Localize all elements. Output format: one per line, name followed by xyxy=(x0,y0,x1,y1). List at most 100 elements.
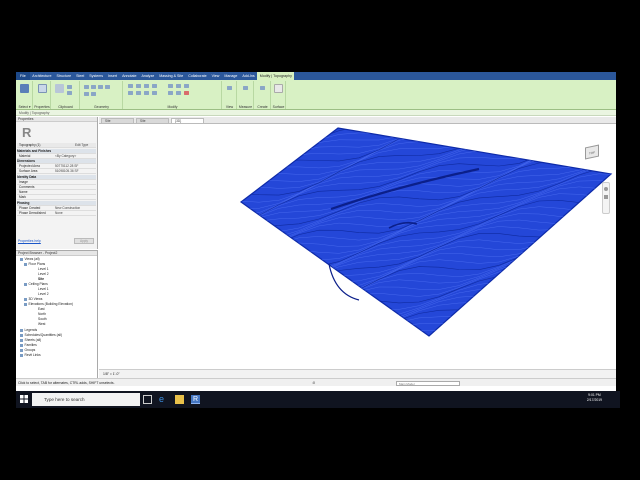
navigation-bar[interactable] xyxy=(602,182,610,214)
tab-manage[interactable]: Manage xyxy=(222,72,240,80)
revit-taskbar-icon[interactable]: R xyxy=(191,395,200,404)
ribbon-panel: Select ▾ Properties Clipboard Geometry M… xyxy=(16,80,616,110)
trim-icon[interactable] xyxy=(152,91,157,95)
ribbon-tab-bar: File Architecture Structure Steel System… xyxy=(16,72,616,80)
prop-surface-area-key: Surface Area xyxy=(19,169,38,173)
group-measure: Measure xyxy=(238,81,254,109)
edit-type-button[interactable]: Edit Type xyxy=(75,143,88,148)
system-clock[interactable]: 9:01 PM 2/17/2019 xyxy=(587,393,602,403)
group-modify: Modify xyxy=(124,81,222,109)
delete-icon[interactable] xyxy=(184,91,189,95)
measure-icon[interactable] xyxy=(243,86,248,90)
paste-icon[interactable] xyxy=(55,84,64,93)
expand-icon[interactable] xyxy=(24,282,27,286)
hide-icon[interactable] xyxy=(227,86,232,90)
schedules-icon xyxy=(20,333,23,337)
scale-icon[interactable] xyxy=(184,84,189,88)
group-create-label: Create xyxy=(257,105,268,109)
tab-view[interactable]: View xyxy=(209,72,222,80)
group-properties: Properties xyxy=(34,81,51,109)
properties-help-link[interactable]: Properties help xyxy=(18,239,41,243)
3d-view-canvas[interactable]: TOP xyxy=(99,124,616,369)
group-clipboard: Clipboard xyxy=(52,81,80,109)
taskbar-search-input[interactable]: Type here to search xyxy=(32,393,140,406)
offset-icon[interactable] xyxy=(136,84,141,88)
tab-architecture[interactable]: Architecture xyxy=(30,72,54,80)
viewcube-face[interactable]: TOP xyxy=(585,144,599,160)
expand-icon[interactable] xyxy=(24,297,27,301)
wall-joins-icon[interactable] xyxy=(105,85,110,89)
array-icon[interactable] xyxy=(176,84,181,88)
families-icon xyxy=(20,343,23,347)
group-surface-label: Surface xyxy=(272,105,285,109)
tab-structure[interactable]: Structure xyxy=(54,72,74,80)
tree-3d-views-label: 3D Views xyxy=(28,297,43,301)
create-similar-icon[interactable] xyxy=(260,86,265,90)
prop-phase-demolished-value[interactable]: None xyxy=(55,211,63,216)
status-hint: Click to select, TAB for alternates, CTR… xyxy=(18,381,115,385)
prop-phase-demolished[interactable]: Phase Demolished None xyxy=(17,211,96,216)
join-icon[interactable] xyxy=(98,85,103,89)
tree-west[interactable]: West xyxy=(38,322,45,327)
prop-mark-key: Mark xyxy=(19,195,27,199)
unpin-icon[interactable] xyxy=(176,91,181,95)
mirror-draw-icon[interactable] xyxy=(152,84,157,88)
properties-icon[interactable] xyxy=(38,84,47,93)
windows-start-icon[interactable] xyxy=(20,395,28,403)
copy-icon[interactable] xyxy=(67,91,72,95)
prop-mark[interactable]: Mark xyxy=(17,195,96,200)
split-icon[interactable] xyxy=(168,84,173,88)
prop-phase-demolished-key: Phase Demolished xyxy=(19,211,46,215)
tab-annotate[interactable]: Annotate xyxy=(120,72,139,80)
edit-surface-icon[interactable] xyxy=(274,84,283,93)
move-icon[interactable] xyxy=(128,91,133,95)
split-face-icon[interactable] xyxy=(91,92,96,96)
viewcube[interactable]: TOP xyxy=(582,144,602,162)
group-select-label[interactable]: Select ▾ xyxy=(17,105,32,109)
tree-views-label: Views (all) xyxy=(24,257,40,261)
tab-insert[interactable]: Insert xyxy=(106,72,120,80)
view-control-bar[interactable]: 1/8" = 1'-0" xyxy=(99,369,616,378)
prop-surface-area-value: 51098105.36 SF xyxy=(55,169,79,173)
mirror-axis-icon[interactable] xyxy=(144,84,149,88)
project-browser: Project Browser - Project2 Views (all) F… xyxy=(16,250,98,378)
tree-elevations[interactable]: Elevations (Building Elevation) xyxy=(24,302,73,307)
tab-systems[interactable]: Systems xyxy=(87,72,106,80)
apply-button[interactable]: Apply xyxy=(74,238,94,244)
rotate-icon[interactable] xyxy=(144,91,149,95)
revit-window: File Architecture Structure Steel System… xyxy=(16,72,616,408)
tab-collaborate[interactable]: Collaborate xyxy=(186,72,209,80)
group-clipboard-label: Clipboard xyxy=(58,105,73,109)
edge-icon[interactable]: e xyxy=(159,395,168,404)
tree-families-label: Families xyxy=(24,343,37,347)
group-modify-label: Modify xyxy=(167,105,178,109)
tree-revit-links[interactable]: Revit Links xyxy=(20,353,41,358)
tab-analyze[interactable]: Analyze xyxy=(139,72,157,80)
cut-icon[interactable] xyxy=(67,85,72,89)
tab-add-ins[interactable]: Add-Ins xyxy=(240,72,257,80)
file-explorer-icon[interactable] xyxy=(175,395,184,404)
main-model-select[interactable]: Main Model xyxy=(396,380,460,386)
tab-modify-topography[interactable]: Modify | Topography xyxy=(257,72,295,80)
type-selector[interactable]: Topography (1) Edit Type xyxy=(17,143,96,148)
modify-cursor-icon[interactable] xyxy=(20,84,29,93)
type-selector-value: Topography (1) xyxy=(19,143,41,147)
tree-sheets-label: Sheets (all) xyxy=(24,338,42,342)
cope-icon[interactable] xyxy=(84,85,89,89)
group-create: Create xyxy=(255,81,271,109)
cut-geometry-icon[interactable] xyxy=(91,85,96,89)
tab-massing-site[interactable]: Massing & Site xyxy=(157,72,186,80)
expand-icon[interactable] xyxy=(24,302,27,306)
copy-element-icon[interactable] xyxy=(136,91,141,95)
tab-file[interactable]: File xyxy=(16,72,30,80)
pin-icon[interactable] xyxy=(168,91,173,95)
align-icon[interactable] xyxy=(128,84,133,88)
context-bar: Modify | Topography xyxy=(16,110,616,116)
steering-wheel-icon[interactable] xyxy=(604,187,608,191)
task-view-icon[interactable] xyxy=(143,395,152,404)
paint-icon[interactable] xyxy=(84,92,89,96)
topography-surface[interactable] xyxy=(99,124,616,369)
expand-icon[interactable] xyxy=(24,262,27,266)
tab-steel[interactable]: Steel xyxy=(74,72,87,80)
zoom-icon[interactable] xyxy=(604,195,608,199)
